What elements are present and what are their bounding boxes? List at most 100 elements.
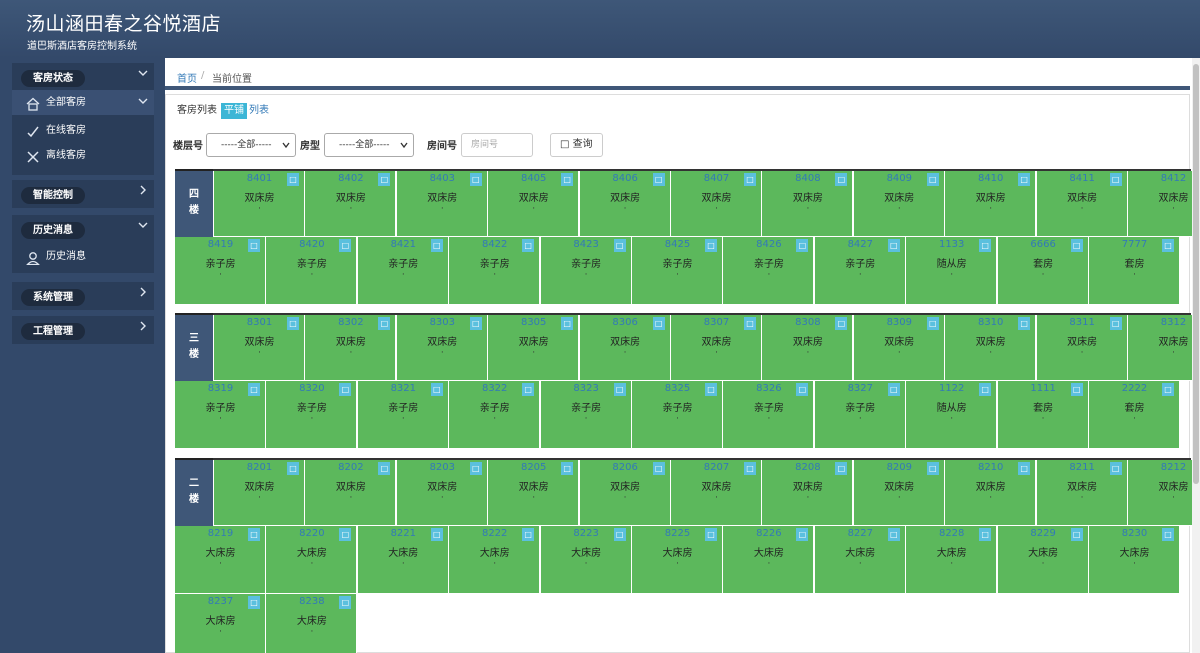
room-status-icon[interactable]: □	[652, 462, 665, 475]
chevron-down-icon[interactable]	[138, 220, 148, 234]
room-tile[interactable]: 8207 □ 双床房 ·	[671, 460, 762, 526]
room-tile[interactable]: 8322 □ 亲子房 ·	[449, 381, 541, 449]
room-status-icon[interactable]: □	[979, 383, 992, 396]
room-status-icon[interactable]: □	[1162, 239, 1174, 252]
room-status-icon[interactable]: □	[1162, 383, 1174, 396]
room-status-icon[interactable]: □	[469, 173, 482, 186]
room-status-icon[interactable]: □	[979, 239, 992, 252]
room-status-icon[interactable]: □	[522, 528, 535, 541]
menu-system-management-header[interactable]: 系统管理	[21, 289, 85, 306]
room-tile[interactable]: 8308 □ 双床房 ·	[762, 315, 854, 381]
room-status-icon[interactable]: □	[887, 239, 900, 252]
room-status-icon[interactable]: □	[1070, 383, 1083, 396]
room-tile[interactable]: 8228 □ 大床房 ·	[906, 526, 998, 594]
chevron-down-icon[interactable]	[138, 96, 148, 110]
room-status-icon[interactable]: □	[744, 173, 756, 186]
room-status-icon[interactable]: □	[1018, 317, 1031, 330]
room-tile[interactable]: 8327 □ 亲子房 ·	[814, 381, 906, 449]
room-status-icon[interactable]: □	[613, 383, 626, 396]
room-status-icon[interactable]: □	[835, 173, 848, 186]
room-tile[interactable]: 8301 □ 双床房 ·	[214, 315, 305, 381]
room-status-icon[interactable]: □	[705, 239, 717, 252]
room-tile[interactable]: 8309 □ 双床房 ·	[853, 315, 945, 381]
room-tile[interactable]: 8420 □ 亲子房 ·	[266, 237, 358, 305]
room-status-icon[interactable]: □	[430, 239, 443, 252]
room-status-icon[interactable]: □	[430, 383, 443, 396]
room-status-icon[interactable]: □	[926, 317, 939, 330]
room-tile[interactable]: 8421 □ 亲子房 ·	[357, 237, 449, 305]
room-tile[interactable]: 1111 □ 套房 ·	[997, 381, 1089, 449]
room-status-icon[interactable]: □	[705, 383, 717, 396]
menu-system-management[interactable]: 系统管理	[12, 282, 154, 310]
room-tile[interactable]: 8202 □ 双床房 ·	[305, 460, 397, 526]
room-status-icon[interactable]: □	[1109, 173, 1122, 186]
room-tile[interactable]: 8203 □ 双床房 ·	[396, 460, 488, 526]
sidebar-item-offline-rooms[interactable]: 离线客房	[12, 143, 154, 168]
room-status-icon[interactable]: □	[561, 173, 574, 186]
chevron-right-icon[interactable]	[138, 287, 148, 301]
room-tile[interactable]: 8226 □ 大床房 ·	[723, 526, 815, 594]
room-tile[interactable]: 8406 □ 双床房 ·	[579, 171, 671, 237]
sidebar-item-all-rooms[interactable]: 全部客房	[12, 90, 154, 115]
room-status-icon[interactable]: □	[430, 528, 443, 541]
room-tile[interactable]: 8238 □ 大床房 ·	[266, 594, 358, 653]
room-tile[interactable]: 8411 □ 双床房 ·	[1036, 171, 1128, 237]
room-tile[interactable]: 8225 □ 大床房 ·	[632, 526, 723, 594]
room-tile[interactable]: 8319 □ 亲子房 ·	[175, 381, 266, 449]
room-tile[interactable]: 7777 □ 套房 ·	[1089, 237, 1180, 305]
search-button[interactable]: □ 查询	[550, 133, 603, 157]
room-tile[interactable]: 8206 □ 双床房 ·	[579, 460, 671, 526]
room-tile[interactable]: 8422 □ 亲子房 ·	[449, 237, 541, 305]
scrollbar[interactable]	[1192, 58, 1200, 653]
room-status-icon[interactable]: □	[887, 383, 900, 396]
room-tile[interactable]: 8208 □ 双床房 ·	[762, 460, 854, 526]
room-tile[interactable]: 8210 □ 双床房 ·	[945, 460, 1037, 526]
room-status-icon[interactable]: □	[613, 528, 626, 541]
room-tile[interactable]: 8302 □ 双床房 ·	[305, 315, 397, 381]
room-tile[interactable]: 8312□双床房·	[1128, 315, 1200, 381]
room-tile[interactable]: 8211 □ 双床房 ·	[1036, 460, 1128, 526]
room-tile[interactable]: 8412□双床房·	[1128, 171, 1200, 237]
room-status-icon[interactable]: □	[561, 462, 574, 475]
room-status-icon[interactable]: □	[287, 462, 299, 475]
room-status-icon[interactable]: □	[339, 528, 352, 541]
chevron-down-icon[interactable]	[138, 68, 148, 82]
room-tile[interactable]: 8321 □ 亲子房 ·	[357, 381, 449, 449]
room-status-icon[interactable]: □	[796, 528, 809, 541]
room-status-icon[interactable]: □	[652, 317, 665, 330]
room-status-icon[interactable]: □	[705, 528, 717, 541]
room-status-icon[interactable]: □	[887, 528, 900, 541]
room-tile[interactable]: 1122 □ 随从房 ·	[906, 381, 998, 449]
room-tile[interactable]: 8221 □ 大床房 ·	[357, 526, 449, 594]
room-tile[interactable]: 8229 □ 大床房 ·	[997, 526, 1089, 594]
room-tile[interactable]: 8230 □ 大床房 ·	[1089, 526, 1180, 594]
room-tile[interactable]: 8407 □ 双床房 ·	[671, 171, 762, 237]
room-status-icon[interactable]: □	[1070, 528, 1083, 541]
room-status-icon[interactable]: □	[926, 462, 939, 475]
room-tile[interactable]: 8408 □ 双床房 ·	[762, 171, 854, 237]
sidebar-item-online-rooms[interactable]: 在线客房	[12, 118, 154, 143]
scrollbar-thumb[interactable]	[1193, 64, 1199, 484]
room-status-icon[interactable]: □	[378, 173, 391, 186]
room-tile[interactable]: 8409 □ 双床房 ·	[853, 171, 945, 237]
room-tile[interactable]: 8307 □ 双床房 ·	[671, 315, 762, 381]
room-tile[interactable]: 8403 □ 双床房 ·	[396, 171, 488, 237]
room-tile[interactable]: 8402 □ 双床房 ·	[305, 171, 397, 237]
room-tile[interactable]: 8410 □ 双床房 ·	[945, 171, 1037, 237]
room-tile[interactable]: 8401 □ 双床房 ·	[214, 171, 305, 237]
room-status-icon[interactable]: □	[378, 317, 391, 330]
room-status-icon[interactable]: □	[522, 383, 535, 396]
room-tile[interactable]: 8311 □ 双床房 ·	[1036, 315, 1128, 381]
room-status-icon[interactable]: □	[1018, 462, 1031, 475]
room-status-icon[interactable]: □	[926, 173, 939, 186]
room-status-icon[interactable]: □	[248, 596, 260, 609]
room-status-icon[interactable]: □	[744, 462, 756, 475]
room-tile[interactable]: 8425 □ 亲子房 ·	[632, 237, 723, 305]
room-status-icon[interactable]: □	[1018, 173, 1031, 186]
room-tile[interactable]: 8419 □ 亲子房 ·	[175, 237, 266, 305]
room-status-icon[interactable]: □	[835, 317, 848, 330]
room-tile[interactable]: 8405 □ 双床房 ·	[488, 171, 580, 237]
room-tile[interactable]: 8310 □ 双床房 ·	[945, 315, 1037, 381]
tab-list[interactable]: 列表	[249, 103, 269, 119]
room-tile[interactable]: 8209 □ 双床房 ·	[853, 460, 945, 526]
